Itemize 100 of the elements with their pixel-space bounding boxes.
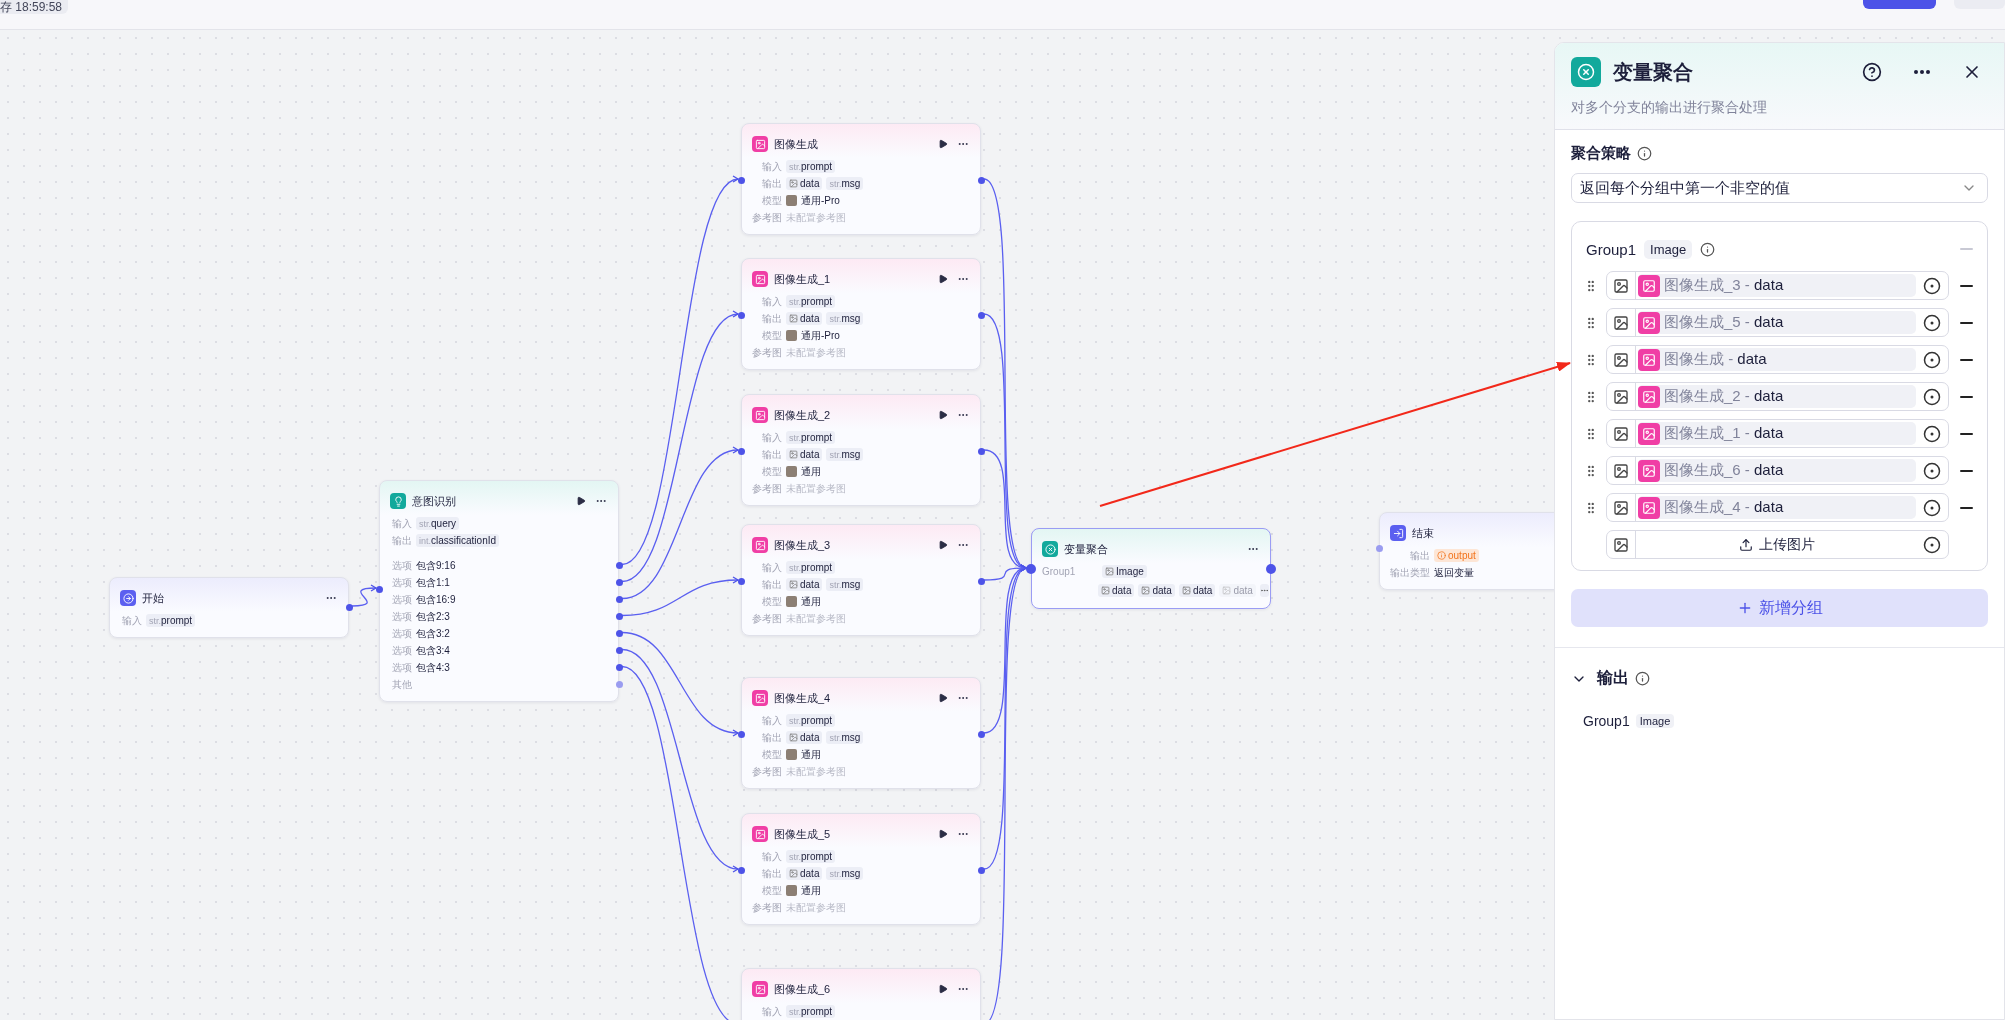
port-dot[interactable] bbox=[977, 311, 985, 319]
option-value: 包含4:3 bbox=[416, 660, 450, 675]
port-dot[interactable] bbox=[615, 596, 623, 603]
field-label: 模型 bbox=[761, 193, 782, 208]
target-button[interactable] bbox=[1922, 534, 1942, 555]
field-label: 输出 bbox=[761, 311, 782, 326]
port-dot[interactable] bbox=[737, 176, 745, 184]
port-dot[interactable] bbox=[737, 866, 745, 874]
target-button[interactable] bbox=[1922, 497, 1942, 518]
help-button[interactable] bbox=[1860, 60, 1884, 84]
port-dot[interactable] bbox=[345, 603, 353, 611]
remove-button[interactable] bbox=[1957, 395, 1975, 398]
port-dot[interactable] bbox=[1375, 544, 1383, 552]
port-dot[interactable] bbox=[977, 577, 985, 585]
remove-button[interactable] bbox=[1957, 432, 1975, 435]
port-dot[interactable] bbox=[1026, 564, 1036, 574]
port-dot[interactable] bbox=[737, 447, 745, 455]
field-label: 输入 bbox=[761, 1004, 782, 1019]
image-icon bbox=[789, 179, 798, 188]
port-dot[interactable] bbox=[1266, 564, 1276, 574]
port-dot[interactable] bbox=[615, 664, 623, 671]
field-label: 输入 bbox=[761, 294, 782, 309]
field-label: 输出 bbox=[391, 533, 412, 548]
variable-field[interactable]: 图像生成_5 - data bbox=[1606, 308, 1949, 337]
variable-name: str.msg bbox=[829, 449, 861, 460]
port-dot[interactable] bbox=[737, 311, 745, 319]
port-dot[interactable] bbox=[615, 579, 623, 586]
port-dot[interactable] bbox=[615, 613, 623, 620]
variable-field[interactable]: 图像生成_3 - data bbox=[1606, 271, 1949, 300]
option-value: 包含9:16 bbox=[416, 558, 456, 573]
port-dot[interactable] bbox=[615, 562, 623, 569]
node-title: 图像生成_4 bbox=[774, 690, 832, 706]
port-dot[interactable] bbox=[977, 866, 985, 874]
node-title: 图像生成_2 bbox=[774, 407, 832, 423]
variable-name: data bbox=[800, 178, 820, 189]
field-label: 选项 bbox=[391, 626, 412, 641]
remove-button[interactable] bbox=[1957, 469, 1975, 472]
port-dot[interactable] bbox=[977, 447, 985, 455]
target-button[interactable] bbox=[1922, 349, 1942, 370]
variable-name: str.prompt bbox=[789, 562, 833, 573]
port-dot[interactable] bbox=[977, 730, 985, 738]
variable-name: data bbox=[1152, 584, 1172, 596]
target-button[interactable] bbox=[1922, 275, 1942, 296]
field-label: Group1 bbox=[1042, 566, 1077, 577]
circle-x-icon bbox=[1571, 57, 1601, 87]
option-value: 包含1:1 bbox=[416, 575, 450, 590]
add-group-button[interactable]: 新增分组 bbox=[1571, 589, 1988, 627]
run-button[interactable] bbox=[936, 272, 950, 286]
output-name: Group1 bbox=[1583, 713, 1630, 729]
field-label: 模型 bbox=[761, 883, 782, 898]
run-button[interactable] bbox=[936, 538, 950, 552]
variable-name: str.prompt bbox=[789, 851, 833, 862]
output-section-toggle[interactable]: 输出 bbox=[1571, 668, 1629, 689]
port-dot[interactable] bbox=[615, 630, 623, 637]
run-button[interactable] bbox=[936, 982, 950, 996]
node-title: 开始 bbox=[142, 590, 165, 606]
image-icon bbox=[789, 580, 798, 589]
strategy-select[interactable]: 返回每个分组中第一个非空的值 bbox=[1571, 173, 1988, 203]
variable-field[interactable]: 图像生成 - data bbox=[1606, 345, 1949, 374]
variable-name: str.prompt bbox=[789, 296, 833, 307]
image-icon bbox=[1638, 459, 1660, 482]
save-status: 存 18:59:58 bbox=[0, 0, 69, 14]
field-value: 返回变量 bbox=[1434, 565, 1474, 580]
type-tag: Image bbox=[1635, 714, 1675, 728]
variable-name: str.msg bbox=[829, 579, 861, 590]
variable-field[interactable]: 图像生成_4 - data bbox=[1606, 493, 1949, 522]
upload-field[interactable]: 上传图片 bbox=[1606, 530, 1949, 559]
port-dot[interactable] bbox=[615, 681, 623, 688]
reference-text: 图像生成_6 - data bbox=[1664, 461, 1784, 480]
remove-button[interactable] bbox=[1957, 284, 1975, 287]
field-label: 参考图 bbox=[752, 764, 782, 779]
avatar-placeholder bbox=[786, 195, 797, 206]
target-button[interactable] bbox=[1922, 423, 1942, 444]
panel-description: 对多个分支的输出进行聚合处理 bbox=[1571, 99, 1768, 117]
target-button[interactable] bbox=[1922, 386, 1942, 407]
run-button[interactable] bbox=[936, 408, 950, 422]
run-button[interactable] bbox=[574, 494, 588, 508]
port-dot[interactable] bbox=[737, 577, 745, 585]
run-button[interactable] bbox=[936, 691, 950, 705]
target-button[interactable] bbox=[1922, 460, 1942, 481]
play-icon bbox=[576, 496, 586, 506]
variable-field[interactable]: 图像生成_2 - data bbox=[1606, 382, 1949, 411]
port-dot[interactable] bbox=[375, 585, 383, 593]
variable-field[interactable]: 图像生成_1 - data bbox=[1606, 419, 1949, 448]
run-button[interactable] bbox=[936, 827, 950, 841]
port-dot[interactable] bbox=[737, 730, 745, 738]
field-label: 选项 bbox=[391, 592, 412, 607]
port-dot[interactable] bbox=[615, 647, 623, 654]
remove-button[interactable] bbox=[1957, 506, 1975, 509]
node-title: 图像生成_6 bbox=[774, 981, 832, 997]
remove-button[interactable] bbox=[1957, 321, 1975, 324]
variable-name: data bbox=[1112, 584, 1132, 596]
field-label: 输出 bbox=[1409, 548, 1430, 563]
field-label: 输出 bbox=[761, 866, 782, 881]
variable-field[interactable]: 图像生成_6 - data bbox=[1606, 456, 1949, 485]
run-button[interactable] bbox=[936, 137, 950, 151]
lightbulb-icon bbox=[390, 493, 406, 509]
port-dot[interactable] bbox=[977, 176, 985, 184]
remove-button[interactable] bbox=[1957, 358, 1975, 361]
target-button[interactable] bbox=[1922, 312, 1942, 333]
